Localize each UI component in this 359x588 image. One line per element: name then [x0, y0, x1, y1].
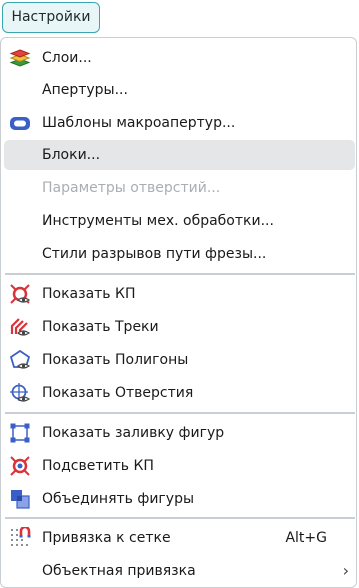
menu-item-object-snap[interactable]: Объектная привязка ›	[4, 556, 355, 586]
menu-item-label: Показать Отверстия	[42, 385, 194, 401]
menu-item-label: Объединять фигуры	[42, 491, 195, 507]
menu-item-grid-snap[interactable]: Привязка к сетке Alt+G	[4, 523, 355, 553]
menu-item-label: Шаблоны макроапертур...	[42, 115, 236, 131]
menu-item-show-pads[interactable]: Показать КП	[4, 279, 355, 309]
menu-item-label: Инструменты мех. обработки...	[42, 213, 274, 229]
menu-item-label: Показать Полигоны	[42, 352, 189, 368]
chevron-right-icon: ›	[342, 561, 349, 580]
menu-item-label: Слои...	[42, 50, 92, 66]
menu-item-show-tracks[interactable]: Показать Треки	[4, 312, 355, 342]
menu-item-blocks[interactable]: Блоки...	[4, 140, 355, 170]
menu-item-label: Показать КП	[42, 286, 136, 302]
menu-item-label: Блоки...	[42, 147, 101, 163]
show-pads-icon	[9, 283, 31, 305]
menu-item-label: Показать заливку фигур	[42, 425, 225, 441]
grid-snap-icon	[9, 527, 31, 549]
menu-item-highlight-pads[interactable]: Подсветить КП	[4, 451, 355, 481]
menu-separator	[5, 412, 355, 414]
layers-icon	[9, 47, 31, 69]
menu-item-label: Привязка к сетке	[42, 530, 171, 546]
menu-separator	[5, 517, 355, 519]
shape-fill-icon	[9, 422, 31, 444]
menu-item-label: Подсветить КП	[42, 458, 154, 474]
menu-item-show-holes[interactable]: Показать Отверстия	[4, 378, 355, 408]
menu-item-label: Объектная привязка	[42, 563, 196, 579]
menu-item-label: Стили разрывов пути фрезы...	[42, 246, 267, 262]
show-holes-icon	[9, 382, 31, 404]
settings-menu-button[interactable]: Настройки	[2, 2, 100, 33]
menu-item-hole-parameters: Параметры отверстий...	[4, 173, 355, 203]
menu-item-show-polygons[interactable]: Показать Полигоны	[4, 345, 355, 375]
menu-item-label: Апертуры...	[42, 82, 128, 98]
menu-separator	[5, 273, 355, 275]
menu-item-apertures[interactable]: Апертуры...	[4, 75, 355, 105]
menu-item-layers[interactable]: Слои...	[4, 43, 355, 73]
show-tracks-icon	[9, 316, 31, 338]
shortcut-label: Alt+G	[285, 530, 327, 546]
highlight-pads-icon	[9, 455, 31, 477]
macro-aperture-icon	[9, 112, 31, 134]
menu-item-machining-tools[interactable]: Инструменты мех. обработки...	[4, 206, 355, 236]
menu-item-mill-path-break-styles[interactable]: Стили разрывов пути фрезы...	[4, 239, 355, 269]
menu-item-merge-shapes[interactable]: Объединять фигуры	[4, 484, 355, 514]
show-polygons-icon	[9, 349, 31, 371]
menu-item-show-shape-fill[interactable]: Показать заливку фигур	[4, 418, 355, 448]
settings-dropdown-menu: Слои... Апертуры... Шаблоны макроапертур…	[0, 37, 357, 588]
menu-item-label: Показать Треки	[42, 319, 159, 335]
menu-item-macro-aperture-templates[interactable]: Шаблоны макроапертур...	[4, 108, 355, 138]
merge-shapes-icon	[9, 488, 31, 510]
menu-item-label: Параметры отверстий...	[42, 180, 221, 196]
